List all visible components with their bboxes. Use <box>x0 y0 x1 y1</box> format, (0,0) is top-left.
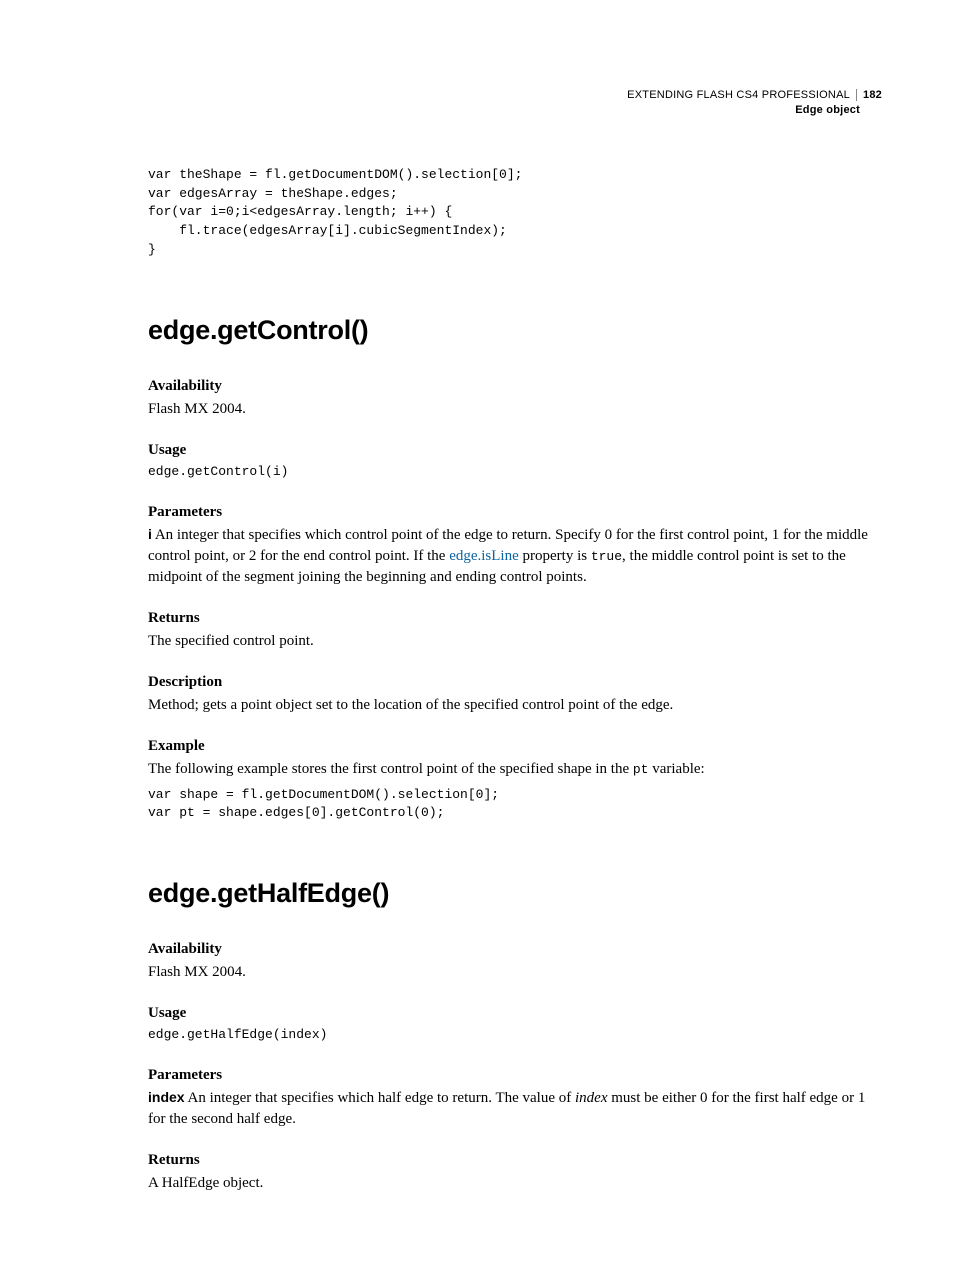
description-text: Method; gets a point object set to the l… <box>148 695 882 716</box>
parameters-label: Parameters <box>148 502 882 523</box>
example-label: Example <box>148 736 882 757</box>
method-title-getcontrol: edge.getControl() <box>148 312 882 350</box>
returns-label-2: Returns <box>148 1150 882 1171</box>
example-text-before: The following example stores the first c… <box>148 761 633 777</box>
method-title-gethalfedge: edge.getHalfEdge() <box>148 875 882 913</box>
usage-code: edge.getControl(i) <box>148 463 882 482</box>
usage-code-2: edge.getHalfEdge(index) <box>148 1026 882 1045</box>
parameter-index-description: index An integer that specifies which ha… <box>148 1088 882 1130</box>
header-section: Edge object <box>148 103 882 118</box>
availability-text: Flash MX 2004. <box>148 399 882 420</box>
param2-text-1: An integer that specifies which half edg… <box>185 1090 575 1106</box>
param-name-index: index <box>148 1089 185 1105</box>
returns-text: The specified control point. <box>148 631 882 652</box>
usage-label: Usage <box>148 440 882 461</box>
inline-code-true: true <box>591 549 622 564</box>
availability-label: Availability <box>148 376 882 397</box>
parameters-label-2: Parameters <box>148 1065 882 1086</box>
returns-text-2: A HalfEdge object. <box>148 1173 882 1194</box>
returns-label: Returns <box>148 608 882 629</box>
page-number: 182 <box>856 89 882 101</box>
header-book-title: EXTENDING FLASH CS4 PROFESSIONAL <box>627 89 850 101</box>
usage-label-2: Usage <box>148 1003 882 1024</box>
example-code-block: var shape = fl.getDocumentDOM().selectio… <box>148 786 882 824</box>
parameter-i-description: i An integer that specifies which contro… <box>148 525 882 588</box>
running-header: EXTENDING FLASH CS4 PROFESSIONAL 182 Edge… <box>148 88 882 118</box>
description-label: Description <box>148 672 882 693</box>
example-text-after: variable: <box>648 761 704 777</box>
example-intro: The following example stores the first c… <box>148 759 882 780</box>
link-edge-isline[interactable]: edge.isLine <box>449 548 519 564</box>
page-container: EXTENDING FLASH CS4 PROFESSIONAL 182 Edge… <box>0 0 954 1280</box>
param2-ital: index <box>575 1090 607 1106</box>
availability-text-2: Flash MX 2004. <box>148 962 882 983</box>
availability-label-2: Availability <box>148 939 882 960</box>
top-code-block: var theShape = fl.getDocumentDOM().selec… <box>148 166 882 260</box>
inline-code-pt: pt <box>633 762 649 777</box>
param-text-2: property is <box>519 548 591 564</box>
